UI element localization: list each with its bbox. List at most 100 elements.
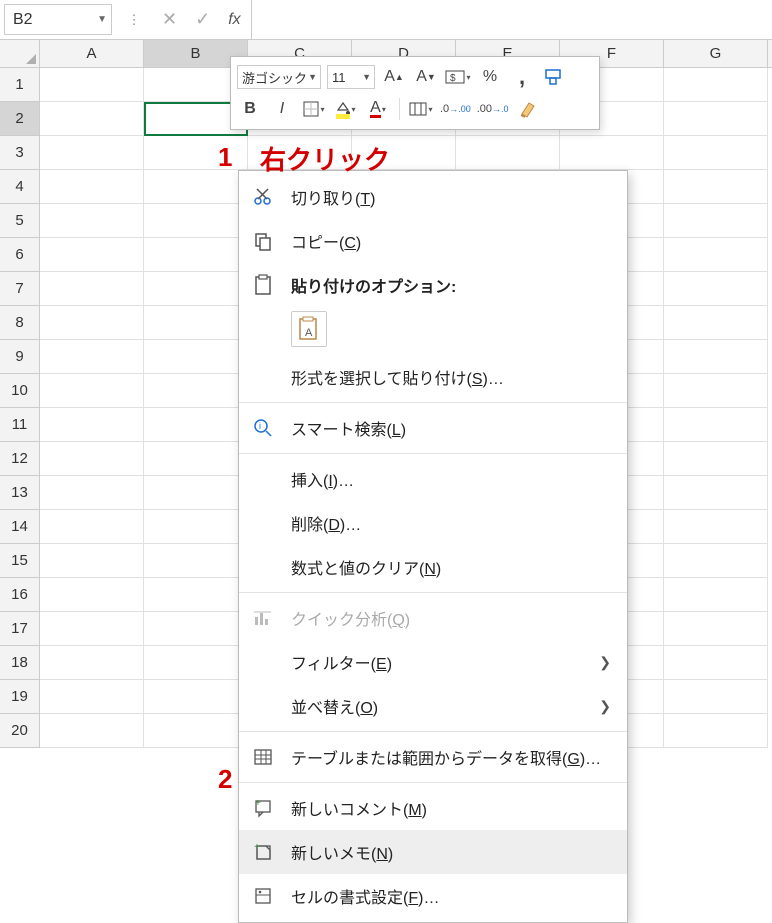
chevron-down-icon[interactable]: ▼: [362, 72, 371, 82]
cell[interactable]: [40, 442, 144, 476]
cell[interactable]: [664, 510, 768, 544]
cell[interactable]: [40, 306, 144, 340]
ctx-copy[interactable]: コピー(C): [239, 219, 627, 263]
ctx-paste-special[interactable]: 形式を選択して貼り付け(S)…: [239, 355, 627, 399]
row-header-2[interactable]: 2: [0, 102, 40, 136]
cell[interactable]: [664, 442, 768, 476]
row-header-9[interactable]: 9: [0, 340, 40, 374]
cell[interactable]: [664, 306, 768, 340]
row-header-4[interactable]: 4: [0, 170, 40, 204]
chevron-down-icon[interactable]: ▼: [308, 72, 317, 82]
cell[interactable]: [664, 102, 768, 136]
cell[interactable]: [40, 714, 144, 748]
increase-decimal-icon[interactable]: .0→.00: [440, 96, 471, 122]
ctx-new-comment[interactable]: + 新しいコメント(M): [239, 786, 627, 830]
cell[interactable]: [664, 374, 768, 408]
formula-input[interactable]: [251, 0, 772, 39]
ctx-delete[interactable]: 削除(D)…: [239, 501, 627, 545]
cell[interactable]: [40, 612, 144, 646]
row-header-1[interactable]: 1: [0, 68, 40, 102]
cell[interactable]: [40, 646, 144, 680]
cell[interactable]: [664, 238, 768, 272]
row-header-12[interactable]: 12: [0, 442, 40, 476]
ctx-clear[interactable]: 数式と値のクリア(N): [239, 545, 627, 589]
name-box[interactable]: B2 ▼: [4, 4, 112, 35]
cell[interactable]: [664, 408, 768, 442]
cell[interactable]: [40, 408, 144, 442]
cell[interactable]: [664, 578, 768, 612]
borders-icon[interactable]: ▾: [301, 96, 327, 122]
cell[interactable]: [144, 306, 248, 340]
select-all-corner[interactable]: [0, 40, 40, 67]
cancel-icon[interactable]: ✕: [162, 9, 177, 30]
font-select[interactable]: 游ゴシック▼: [237, 65, 321, 89]
font-color-icon[interactable]: A▾: [365, 96, 391, 122]
merge-center-icon[interactable]: ▾: [408, 96, 434, 122]
cell[interactable]: [144, 408, 248, 442]
cell[interactable]: [40, 340, 144, 374]
ctx-insert[interactable]: 挿入(I)…: [239, 457, 627, 501]
cell[interactable]: [664, 476, 768, 510]
cell[interactable]: [40, 204, 144, 238]
cell[interactable]: [144, 612, 248, 646]
cell[interactable]: [40, 68, 144, 102]
cell[interactable]: [40, 680, 144, 714]
cell[interactable]: [560, 136, 664, 170]
row-header-6[interactable]: 6: [0, 238, 40, 272]
cell[interactable]: [144, 238, 248, 272]
ctx-filter[interactable]: フィルター(E) ❯: [239, 640, 627, 684]
accounting-format-icon[interactable]: $▾: [445, 64, 471, 90]
percent-icon[interactable]: %: [477, 64, 503, 90]
row-header-15[interactable]: 15: [0, 544, 40, 578]
row-header-17[interactable]: 17: [0, 612, 40, 646]
row-header-8[interactable]: 8: [0, 306, 40, 340]
increase-font-icon[interactable]: A▲: [381, 64, 407, 90]
bold-icon[interactable]: B: [237, 96, 263, 122]
cell[interactable]: [664, 714, 768, 748]
row-header-11[interactable]: 11: [0, 408, 40, 442]
cell[interactable]: [40, 272, 144, 306]
cell[interactable]: [144, 646, 248, 680]
chevron-down-icon[interactable]: ▼: [97, 14, 107, 25]
row-header-14[interactable]: 14: [0, 510, 40, 544]
cell[interactable]: [456, 136, 560, 170]
font-size-select[interactable]: 11▼: [327, 65, 375, 89]
cell[interactable]: [664, 204, 768, 238]
cell[interactable]: [664, 646, 768, 680]
comma-icon[interactable]: ,: [509, 64, 535, 90]
cell[interactable]: [664, 136, 768, 170]
cell[interactable]: [664, 680, 768, 714]
row-header-16[interactable]: 16: [0, 578, 40, 612]
ctx-sort[interactable]: 並べ替え(O) ❯: [239, 684, 627, 728]
ctx-cut[interactable]: 切り取り(T): [239, 175, 627, 219]
ctx-format-cells[interactable]: セルの書式設定(F)…: [239, 874, 627, 918]
decrease-font-icon[interactable]: A▼: [413, 64, 439, 90]
cell[interactable]: [40, 136, 144, 170]
paste-option-default[interactable]: A: [291, 311, 327, 347]
ctx-get-data[interactable]: テーブルまたは範囲からデータを取得(G)…: [239, 735, 627, 779]
cell[interactable]: [144, 476, 248, 510]
row-header-18[interactable]: 18: [0, 646, 40, 680]
enter-icon[interactable]: ✓: [195, 9, 210, 30]
row-header-10[interactable]: 10: [0, 374, 40, 408]
cell[interactable]: [144, 374, 248, 408]
cell[interactable]: [144, 714, 248, 748]
format-painter-icon[interactable]: [541, 64, 567, 90]
cell[interactable]: [40, 102, 144, 136]
row-header-19[interactable]: 19: [0, 680, 40, 714]
cell[interactable]: [40, 510, 144, 544]
col-header-G[interactable]: G: [664, 40, 768, 67]
cell[interactable]: [40, 170, 144, 204]
cell[interactable]: [40, 578, 144, 612]
cell[interactable]: [664, 272, 768, 306]
cell[interactable]: [144, 170, 248, 204]
ctx-smart-lookup[interactable]: i スマート検索(L): [239, 406, 627, 450]
cell[interactable]: [40, 476, 144, 510]
col-header-A[interactable]: A: [40, 40, 144, 67]
cell[interactable]: [40, 238, 144, 272]
fill-color-icon[interactable]: ▾: [333, 96, 359, 122]
row-header-20[interactable]: 20: [0, 714, 40, 748]
cell[interactable]: [144, 272, 248, 306]
row-header-3[interactable]: 3: [0, 136, 40, 170]
decrease-decimal-icon[interactable]: .00→.0: [477, 96, 509, 122]
